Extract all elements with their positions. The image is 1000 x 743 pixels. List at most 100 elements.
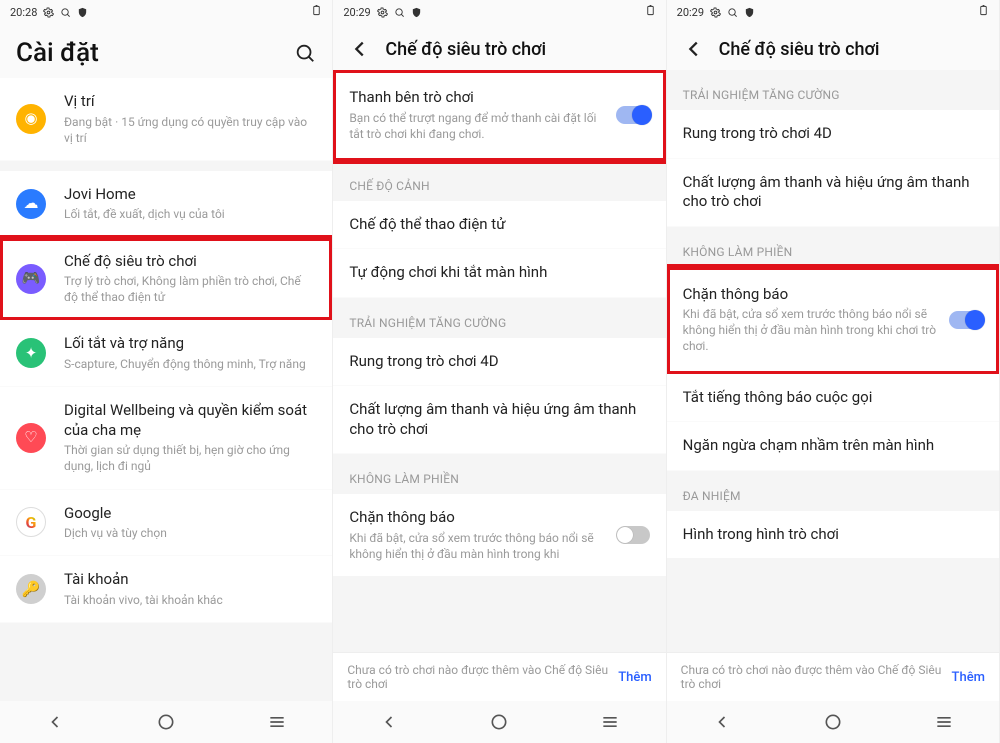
header: Cài đặt bbox=[0, 24, 332, 78]
nav-home-icon[interactable] bbox=[489, 712, 509, 732]
settings-row-ultra-game-mode[interactable]: 🎮 Chế độ siêu trò chơi Trợ lý trò chơi, … bbox=[0, 238, 332, 321]
row-title: Ngăn ngừa chạm nhầm trên màn hình bbox=[683, 436, 983, 456]
row-autoplay-screen-off[interactable]: Tự động chơi khi tắt màn hình bbox=[333, 249, 665, 298]
add-button[interactable]: Thêm bbox=[952, 670, 985, 685]
location-icon: ◉ bbox=[16, 104, 46, 134]
status-bar: 20:28 bbox=[0, 0, 332, 24]
nav-back-icon[interactable] bbox=[712, 712, 732, 732]
row-sub: Khi đã bật, cửa sổ xem trước thông báo n… bbox=[349, 530, 605, 562]
settings-row-google[interactable]: G Google Dịch vụ và tùy chọn bbox=[0, 490, 332, 557]
navbar bbox=[333, 701, 665, 743]
row-title: Rung trong trò chơi 4D bbox=[683, 124, 983, 144]
nav-back-icon[interactable] bbox=[45, 712, 65, 732]
shield-icon bbox=[77, 7, 88, 18]
google-icon: G bbox=[16, 507, 46, 537]
row-title: Vị trí bbox=[64, 92, 316, 112]
row-prevent-mistouch[interactable]: Ngăn ngừa chạm nhầm trên màn hình bbox=[667, 422, 999, 471]
status-bar: 20:29 bbox=[333, 0, 665, 24]
jovi-icon: ☁ bbox=[16, 189, 46, 219]
row-sub: Lối tắt, đề xuất, dịch vụ của tôi bbox=[64, 206, 316, 222]
toggle-block-notifications[interactable] bbox=[949, 311, 983, 329]
row-sound-quality[interactable]: Chất lượng âm thanh và hiệu ứng âm thanh… bbox=[667, 159, 999, 227]
shield-icon bbox=[744, 7, 755, 18]
shield-icon bbox=[411, 7, 422, 18]
settings-row-account[interactable]: 🔑 Tài khoản Tài khoản vivo, tài khoản kh… bbox=[0, 556, 332, 623]
row-title: Chế độ thể thao điện tử bbox=[349, 215, 649, 235]
status-time: 20:29 bbox=[677, 6, 704, 19]
gear-icon bbox=[43, 7, 54, 18]
row-block-notifications[interactable]: Chặn thông báo Khi đã bật, cửa sổ xem tr… bbox=[333, 494, 665, 576]
settings-row-jovi[interactable]: ☁ Jovi Home Lối tắt, đề xuất, dịch vụ củ… bbox=[0, 171, 332, 238]
settings-row-wellbeing[interactable]: ♡ Digital Wellbeing và quyền kiểm soát c… bbox=[0, 387, 332, 489]
nav-home-icon[interactable] bbox=[156, 712, 176, 732]
game-mode-list: TRẢI NGHIỆM TĂNG CƯỜNG Rung trong trò ch… bbox=[667, 70, 999, 652]
row-title: Google bbox=[64, 504, 316, 524]
row-mute-call-notifications[interactable]: Tắt tiếng thông báo cuộc gọi bbox=[667, 374, 999, 423]
bottom-hint: Chưa có trò chơi nào được thêm vào Chế đ… bbox=[667, 652, 999, 701]
wellbeing-icon: ♡ bbox=[16, 423, 46, 453]
nav-recent-icon[interactable] bbox=[934, 712, 954, 732]
toggle-block-notifications[interactable] bbox=[616, 526, 650, 544]
hint-text: Chưa có trò chơi nào được thêm vào Chế đ… bbox=[347, 663, 618, 691]
back-icon[interactable] bbox=[349, 38, 371, 60]
nav-home-icon[interactable] bbox=[823, 712, 843, 732]
row-esports-mode[interactable]: Chế độ thể thao điện tử bbox=[333, 201, 665, 250]
row-title: Hình trong hình trò chơi bbox=[683, 525, 983, 545]
back-icon[interactable] bbox=[683, 38, 705, 60]
row-title: Tắt tiếng thông báo cuộc gọi bbox=[683, 388, 983, 408]
settings-list: ◉ Vị trí Đang bật · 15 ứng dụng có quyền… bbox=[0, 78, 332, 701]
navbar bbox=[667, 701, 999, 743]
row-sound-quality[interactable]: Chất lượng âm thanh và hiệu ứng âm thanh… bbox=[333, 386, 665, 454]
row-title: Chặn thông báo bbox=[349, 508, 605, 528]
row-4d-vibration[interactable]: Rung trong trò chơi 4D bbox=[667, 110, 999, 159]
battery-icon bbox=[311, 5, 322, 16]
status-time: 20:29 bbox=[343, 6, 370, 19]
add-button[interactable]: Thêm bbox=[618, 670, 651, 685]
accessibility-icon: ✦ bbox=[16, 338, 46, 368]
row-title: Chất lượng âm thanh và hiệu ứng âm thanh… bbox=[349, 400, 649, 439]
bottom-hint: Chưa có trò chơi nào được thêm vào Chế đ… bbox=[333, 652, 665, 701]
row-sub: Thời gian sử dụng thiết bị, hẹn giờ cho … bbox=[64, 442, 316, 474]
section-header: CHẾ ĐỘ CẢNH bbox=[333, 161, 665, 201]
section-header: ĐA NHIỆM bbox=[667, 471, 999, 511]
section-header: KHÔNG LÀM PHIỀN bbox=[667, 227, 999, 267]
nav-recent-icon[interactable] bbox=[600, 712, 620, 732]
settings-row-location[interactable]: ◉ Vị trí Đang bật · 15 ứng dụng có quyền… bbox=[0, 78, 332, 161]
row-title: Jovi Home bbox=[64, 185, 316, 205]
row-title: Tài khoản bbox=[64, 570, 316, 590]
row-title: Chế độ siêu trò chơi bbox=[64, 252, 316, 272]
row-game-sidebar[interactable]: Thanh bên trò chơi Bạn có thể trượt ngan… bbox=[333, 70, 665, 161]
search-icon[interactable] bbox=[294, 42, 316, 64]
panel-game-mode-1: 20:29 Chế độ siêu trò chơi Thanh bên trò… bbox=[333, 0, 666, 743]
row-picture-in-picture[interactable]: Hình trong hình trò chơi bbox=[667, 511, 999, 559]
section-header: TRẢI NGHIỆM TĂNG CƯỜNG bbox=[333, 298, 665, 338]
row-title: Thanh bên trò chơi bbox=[349, 88, 605, 108]
row-sub: Bạn có thể trượt ngang để mở thanh cài đ… bbox=[349, 110, 605, 142]
search-mini-icon bbox=[727, 7, 738, 18]
panel-game-mode-2: 20:29 Chế độ siêu trò chơi TRẢI NGHIỆM T… bbox=[667, 0, 1000, 743]
account-icon: 🔑 bbox=[16, 574, 46, 604]
row-block-notifications[interactable]: Chặn thông báo Khi đã bật, cửa sổ xem tr… bbox=[667, 267, 999, 374]
battery-icon bbox=[978, 5, 989, 16]
row-title: Digital Wellbeing và quyền kiểm soát của… bbox=[64, 401, 316, 440]
game-mode-list: Thanh bên trò chơi Bạn có thể trượt ngan… bbox=[333, 70, 665, 652]
row-title: Lối tắt và trợ năng bbox=[64, 334, 316, 354]
search-mini-icon bbox=[60, 7, 71, 18]
nav-back-icon[interactable] bbox=[379, 712, 399, 732]
status-bar: 20:29 bbox=[667, 0, 999, 24]
battery-icon bbox=[645, 5, 656, 16]
page-title: Chế độ siêu trò chơi bbox=[385, 39, 546, 60]
navbar bbox=[0, 701, 332, 743]
nav-recent-icon[interactable] bbox=[267, 712, 287, 732]
row-4d-vibration[interactable]: Rung trong trò chơi 4D bbox=[333, 338, 665, 387]
status-time: 20:28 bbox=[10, 6, 37, 19]
game-icon: 🎮 bbox=[16, 264, 46, 294]
row-sub: Đang bật · 15 ứng dụng có quyền truy cập… bbox=[64, 114, 316, 146]
search-mini-icon bbox=[394, 7, 405, 18]
settings-row-shortcuts[interactable]: ✦ Lối tắt và trợ năng S-capture, Chuyển … bbox=[0, 320, 332, 387]
row-sub: S-capture, Chuyển động thông minh, Trợ n… bbox=[64, 356, 316, 372]
section-header: KHÔNG LÀM PHIỀN bbox=[333, 454, 665, 494]
row-title: Rung trong trò chơi 4D bbox=[349, 352, 649, 372]
row-title: Chất lượng âm thanh và hiệu ứng âm thanh… bbox=[683, 173, 983, 212]
toggle-game-sidebar[interactable] bbox=[616, 106, 650, 124]
